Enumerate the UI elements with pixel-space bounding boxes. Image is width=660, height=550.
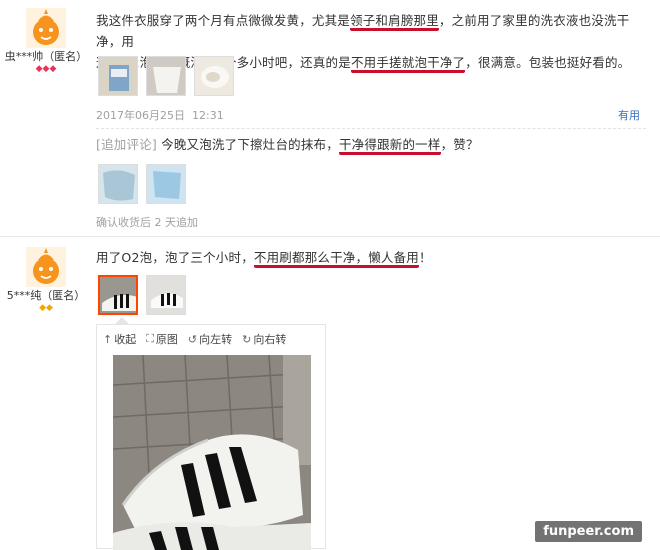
highlight-mark: 干净得跟新的一样 xyxy=(338,137,441,155)
followup-photo-thumbnail[interactable] xyxy=(146,164,186,204)
divider xyxy=(96,128,646,129)
highlight-mark: 不用手搓就泡干净了 xyxy=(350,55,466,73)
followup-tag: [追加评论] xyxy=(96,137,157,152)
rotate-left-icon: ↺ xyxy=(187,332,198,346)
highlight-mark: 领子和肩膀那里 xyxy=(350,13,439,31)
rotate-right-button[interactable]: ↻ 向右转 xyxy=(242,331,286,347)
expand-icon: ⛶ xyxy=(146,332,154,345)
rotate-right-icon: ↻ xyxy=(242,332,252,346)
review-timestamp: 2017年06月25日 12:31 xyxy=(96,109,224,122)
review-text: 用了O2泡，泡了三个小时，不用刷都那么干净，懒人备用！ xyxy=(96,247,646,268)
highlight-mark: 不用刷都那么干净，懒人备用 xyxy=(253,250,420,268)
buyer-level-badge: ◆◆ xyxy=(39,303,53,313)
review-photo-thumbnail-selected[interactable] xyxy=(98,275,138,315)
useful-button[interactable]: 有用 xyxy=(618,107,640,123)
avatar[interactable] xyxy=(26,247,66,287)
viewer-pointer xyxy=(115,317,129,324)
followup-meta: 确认收货后 2 天追加 xyxy=(96,216,198,229)
followup-text: [追加评论] 今晚又泡洗了下擦灶台的抹布，干净得跟新的一样，赞？ xyxy=(96,134,646,155)
buyer-level-badge: ◆◆◆ xyxy=(35,64,57,74)
review-item: 5***纯（匿名） ◆◆ 用了O2泡，泡了三个小时，不用刷都那么干净，懒人备用！… xyxy=(0,236,660,550)
arrow-up-icon: ↑ xyxy=(103,332,113,346)
collapse-button[interactable]: ↑ 收起 xyxy=(103,331,136,347)
review-photo-thumbnail[interactable] xyxy=(146,275,186,315)
review-photo-thumbnail[interactable] xyxy=(194,56,234,96)
review-photo-thumbnail[interactable] xyxy=(146,56,186,96)
watermark: funpeer.com xyxy=(535,521,642,542)
avatar[interactable] xyxy=(26,8,66,48)
rotate-left-button[interactable]: ↺ 向左转 xyxy=(188,331,232,347)
review-item: 虫***帅（匿名） ◆◆◆ 我这件衣服穿了两个月有点微微发黄，尤其是领子和肩膀那… xyxy=(0,0,660,236)
image-viewer: ↑ 收起 ⛶ 原图 ↺ 向左转 ↻ 向右转 xyxy=(96,324,326,550)
enlarged-review-photo[interactable] xyxy=(113,355,311,550)
username: 虫***帅（匿名） xyxy=(4,50,88,63)
original-image-button[interactable]: ⛶ 原图 xyxy=(146,331,178,347)
followup-photo-thumbnail[interactable] xyxy=(98,164,138,204)
username: 5***纯（匿名） xyxy=(6,289,86,302)
review-photo-thumbnail[interactable] xyxy=(98,56,138,96)
